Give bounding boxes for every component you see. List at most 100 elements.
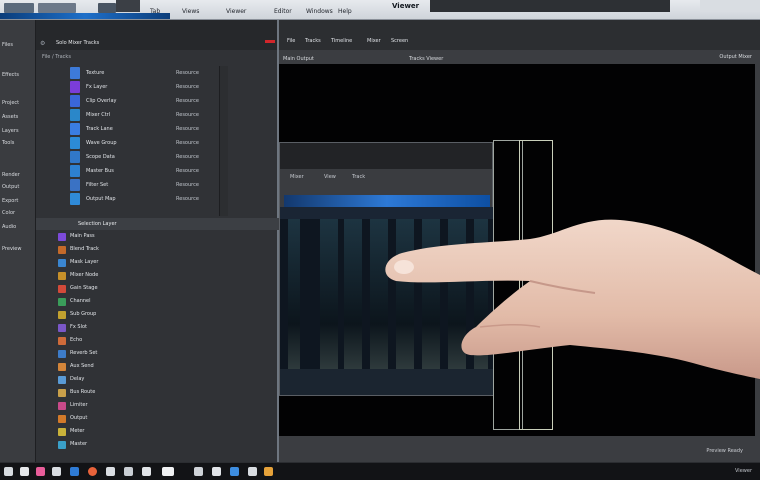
app-icon[interactable]: [124, 467, 133, 476]
app-icon[interactable]: [212, 467, 221, 476]
list-item[interactable]: Texture Resource: [36, 66, 218, 80]
tab-timeline[interactable]: Timeline: [331, 38, 352, 44]
left-panel-item[interactable]: Project: [2, 100, 19, 106]
menu-item-views[interactable]: Views: [182, 8, 199, 15]
left-panel-item[interactable]: Color: [2, 210, 15, 216]
app-icon[interactable]: [52, 467, 61, 476]
list-item[interactable]: Main Pass: [46, 232, 276, 244]
viewer-panel: File Tracks Timeline Mixer Screen Main O…: [279, 20, 760, 462]
file-list: Texture Resource Fx Layer Resource Clip …: [36, 66, 218, 216]
app-icon[interactable]: [88, 467, 97, 476]
start-icon[interactable]: [4, 467, 13, 476]
list-item[interactable]: Reverb Set: [46, 349, 276, 361]
left-panel-item[interactable]: Output: [2, 184, 19, 190]
left-panel-item[interactable]: Layers: [2, 128, 19, 134]
menu-item-help[interactable]: Help: [338, 8, 352, 15]
scrollbar[interactable]: [220, 66, 228, 216]
list-item[interactable]: Track Lane Resource: [36, 122, 218, 136]
layer-icon: [58, 428, 66, 436]
list-item[interactable]: Bus Route: [46, 388, 276, 400]
list-item[interactable]: Fx Slot: [46, 323, 276, 335]
nested-menu-item[interactable]: Mixer: [290, 174, 304, 180]
layer-name: Gain Stage: [70, 285, 98, 291]
list-item[interactable]: Mixer Ctrl Resource: [36, 108, 218, 122]
menu-item-windows[interactable]: Windows: [306, 8, 333, 15]
left-panel-item[interactable]: Effects: [2, 72, 19, 78]
left-panel-item[interactable]: Render: [2, 172, 20, 178]
nested-window[interactable]: Mixer View Track: [279, 142, 494, 396]
system-tray[interactable]: Viewer: [735, 468, 752, 474]
list-item[interactable]: Scope Data Resource: [36, 150, 218, 164]
mixer-channel[interactable]: [288, 219, 300, 369]
list-item[interactable]: Channel: [46, 297, 276, 309]
app-icon[interactable]: [264, 467, 273, 476]
app-icon[interactable]: [162, 467, 174, 476]
tab-tracks[interactable]: Tracks: [305, 38, 321, 44]
mixer-channel[interactable]: [344, 219, 362, 369]
left-panel-item[interactable]: Assets: [2, 114, 18, 120]
list-item[interactable]: Mixer Node: [46, 271, 276, 283]
left-panel-item[interactable]: Preview: [2, 246, 21, 252]
list-item[interactable]: Filter Set Resource: [36, 178, 218, 192]
viewer-canvas[interactable]: Mixer View Track: [279, 64, 755, 436]
list-item[interactable]: Blend Track: [46, 245, 276, 257]
left-panel-item[interactable]: Files: [2, 42, 13, 48]
layer-list: Main Pass Blend Track Mask Layer Mixer N…: [46, 232, 276, 457]
selected-row[interactable]: Selection Layer: [36, 218, 279, 230]
tab-mixer[interactable]: Mixer: [367, 38, 381, 44]
app-icon[interactable]: [36, 467, 45, 476]
left-panel-item[interactable]: Export: [2, 198, 18, 204]
list-item[interactable]: Fx Layer Resource: [36, 80, 218, 94]
list-item[interactable]: Gain Stage: [46, 284, 276, 296]
breadcrumb[interactable]: File / Tracks: [42, 54, 71, 60]
selected-row-label: Selection Layer: [78, 221, 117, 227]
file-type: Resource: [176, 196, 199, 202]
mixer-channel[interactable]: [448, 219, 466, 369]
viewer-status: Preview Ready: [706, 448, 743, 454]
list-item[interactable]: Master: [46, 440, 276, 452]
list-item[interactable]: Delay: [46, 375, 276, 387]
list-item[interactable]: Mask Layer: [46, 258, 276, 270]
mixer-channel[interactable]: [422, 219, 440, 369]
left-panel-item[interactable]: Audio: [2, 224, 16, 230]
list-item[interactable]: Meter: [46, 427, 276, 439]
app-icon[interactable]: [230, 467, 239, 476]
window-controls[interactable]: [700, 0, 760, 12]
file-name: Scope Data: [86, 154, 115, 160]
list-item[interactable]: Aux Send: [46, 362, 276, 374]
menu-item-editor[interactable]: Editor: [274, 8, 292, 15]
list-item[interactable]: Sub Group: [46, 310, 276, 322]
mixer-channel[interactable]: [320, 219, 338, 369]
progress-strip: [0, 13, 170, 19]
app-icon[interactable]: [142, 467, 151, 476]
taskbar: Viewer: [0, 462, 760, 480]
layer-icon: [58, 324, 66, 332]
menu-item-tab[interactable]: Tab: [150, 8, 160, 15]
tab-file[interactable]: File: [287, 38, 295, 44]
list-item[interactable]: Output Map Resource: [36, 192, 218, 206]
left-panel-item[interactable]: Tools: [2, 140, 14, 146]
app-icon[interactable]: [194, 467, 203, 476]
app-logo: [4, 3, 34, 13]
list-item[interactable]: Clip Overlay Resource: [36, 94, 218, 108]
list-item[interactable]: Wave Group Resource: [36, 136, 218, 150]
record-indicator-icon: [265, 40, 275, 43]
app-icon[interactable]: [106, 467, 115, 476]
list-item[interactable]: Output: [46, 414, 276, 426]
mixer-channel[interactable]: [474, 219, 488, 369]
browser-header: ⚙ Solo Mixer Tracks: [36, 20, 277, 50]
app-icon[interactable]: [248, 467, 257, 476]
list-item[interactable]: Limiter: [46, 401, 276, 413]
nested-menu-item[interactable]: View: [324, 174, 336, 180]
mixer-channel[interactable]: [396, 219, 414, 369]
search-icon[interactable]: [20, 467, 29, 476]
app-icon[interactable]: [70, 467, 79, 476]
mixer-channel[interactable]: [370, 219, 388, 369]
menu-icon[interactable]: ⚙: [40, 40, 45, 47]
tab-screen[interactable]: Screen: [391, 38, 408, 44]
list-item[interactable]: Master Bus Resource: [36, 164, 218, 178]
list-item[interactable]: Echo: [46, 336, 276, 348]
menu-item-viewer[interactable]: Viewer: [226, 8, 246, 15]
layer-icon: [58, 233, 66, 241]
nested-menu-item[interactable]: Track: [352, 174, 365, 180]
